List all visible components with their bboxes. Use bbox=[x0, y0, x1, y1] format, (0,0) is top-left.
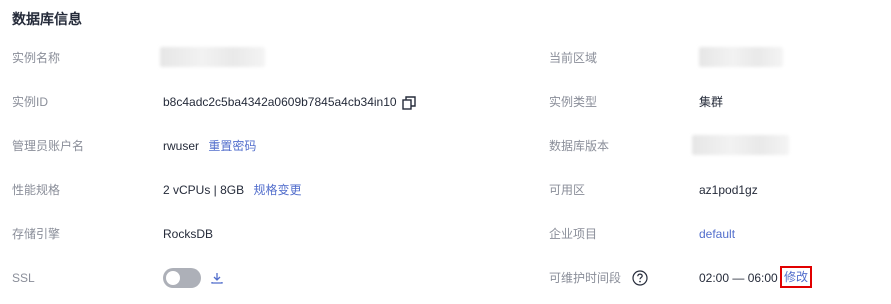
spec-row: 2 vCPUs | 8GB 规格变更 bbox=[163, 182, 302, 198]
db-version-label: 数据库版本 bbox=[549, 139, 610, 153]
az-value: az1pod1gz bbox=[699, 183, 758, 197]
instance-name-label: 实例名称 bbox=[12, 51, 61, 65]
db-version-value-redacted bbox=[692, 135, 789, 155]
ssl-label: SSL bbox=[12, 271, 35, 285]
region-value-redacted bbox=[699, 47, 783, 67]
admin-account-row: rwuser 重置密码 bbox=[163, 138, 256, 154]
region-label: 当前区域 bbox=[549, 51, 598, 65]
storage-engine-value: RocksDB bbox=[163, 227, 214, 241]
storage-engine-label: 存储引擎 bbox=[12, 227, 61, 241]
maintenance-label: 可维护时间段 bbox=[549, 271, 622, 285]
ssl-toggle[interactable] bbox=[163, 268, 201, 288]
copy-icon[interactable] bbox=[402, 96, 416, 110]
maintenance-value: 02:00 — 06:00 bbox=[699, 271, 778, 285]
enterprise-project-link[interactable]: default bbox=[699, 226, 735, 242]
modify-maintenance-button[interactable]: 修改 bbox=[780, 266, 813, 288]
page-title: 数据库信息 bbox=[12, 11, 82, 27]
instance-type-label: 实例类型 bbox=[549, 95, 598, 109]
download-icon[interactable] bbox=[211, 272, 223, 284]
admin-account-value: rwuser bbox=[163, 139, 200, 153]
instance-id-label: 实例ID bbox=[12, 95, 49, 109]
az-label: 可用区 bbox=[549, 183, 586, 197]
spec-label: 性能规格 bbox=[12, 183, 61, 197]
enterprise-project-label: 企业项目 bbox=[549, 227, 598, 241]
instance-name-value-redacted bbox=[160, 47, 265, 67]
spec-value: 2 vCPUs | 8GB bbox=[163, 183, 245, 197]
reset-password-link[interactable]: 重置密码 bbox=[208, 139, 256, 153]
admin-account-label: 管理员账户名 bbox=[12, 139, 85, 153]
instance-id-value: b8c4adc2c5ba4342a0609b7845a4cb34in10 bbox=[163, 95, 397, 109]
change-spec-link[interactable]: 规格变更 bbox=[253, 183, 301, 197]
help-icon[interactable] bbox=[632, 270, 648, 286]
ssl-toggle-knob bbox=[166, 271, 180, 285]
instance-type-value: 集群 bbox=[699, 95, 724, 109]
